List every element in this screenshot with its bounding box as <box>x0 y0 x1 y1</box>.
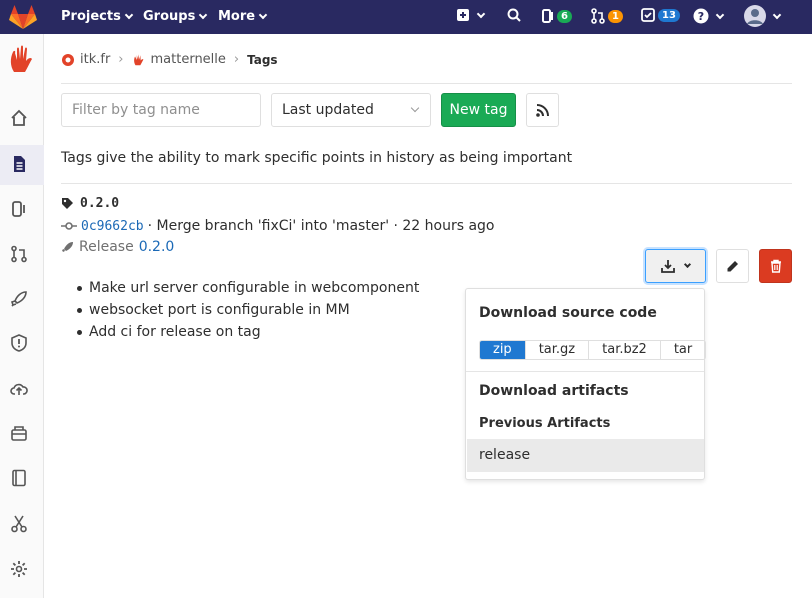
list-item: websocket port is configurable in MM <box>76 299 419 321</box>
download-artifacts-title: Download artifacts <box>479 383 629 399</box>
filter-tags-input[interactable] <box>61 93 261 127</box>
top-navbar: Projects Groups More 6 1 13 ? <box>0 0 812 34</box>
merge-requests-count-badge: 1 <box>608 9 623 23</box>
source-format-selector: zip tar.gz tar.bz2 tar <box>479 340 707 360</box>
download-source-title: Download source code <box>479 305 657 321</box>
commit-sha-link[interactable]: 0c9662cb <box>81 219 144 234</box>
new-dropdown-button[interactable] <box>456 8 486 22</box>
project-avatar-icon <box>133 53 143 65</box>
new-tag-button[interactable]: New tag <box>441 93 516 127</box>
svg-text:?: ? <box>698 10 704 23</box>
search-button[interactable] <box>507 8 521 22</box>
group-avatar-icon <box>62 53 74 66</box>
tags-description: Tags give the ability to mark specific p… <box>61 150 573 166</box>
format-tarbz2-button[interactable]: tar.bz2 <box>589 341 661 359</box>
download-dropdown-menu: Download source code zip tar.gz tar.bz2 … <box>465 288 707 480</box>
issues-icon <box>542 9 553 23</box>
rss-button[interactable] <box>526 93 559 127</box>
breadcrumb-group[interactable]: itk.fr <box>80 52 110 67</box>
release-notes: Make url server configurable in webcompo… <box>76 277 419 343</box>
list-item: Add ci for release on tag <box>76 321 419 343</box>
avatar <box>744 5 766 27</box>
nav-more-label: More <box>218 9 256 24</box>
nav-projects-label: Projects <box>61 9 121 24</box>
search-icon <box>507 8 521 22</box>
todos-count-badge: 13 <box>658 8 680 22</box>
project-sidebar <box>0 34 44 598</box>
commit-message: · Merge branch 'fixCi' into 'master' · 2… <box>147 218 495 234</box>
breadcrumb-project[interactable]: matternelle <box>151 52 226 67</box>
commit-icon <box>61 222 77 230</box>
chevron-down-icon <box>410 103 420 113</box>
breadcrumb-current: Tags <box>247 52 278 67</box>
chevron-down-icon <box>683 260 692 269</box>
sort-dropdown-value: Last updated <box>282 102 374 118</box>
help-icon: ? <box>693 8 709 24</box>
tag-icon <box>62 198 73 209</box>
todo-icon <box>641 8 655 22</box>
pencil-icon <box>727 260 738 271</box>
tag-name-label[interactable]: 0.2.0 <box>80 196 119 211</box>
cloud-icon[interactable] <box>10 379 28 397</box>
book-icon[interactable] <box>10 469 28 487</box>
todos-button[interactable]: 13 <box>641 8 680 22</box>
breadcrumb-separator: › <box>233 52 240 67</box>
repository-icon[interactable] <box>10 155 28 173</box>
sort-dropdown[interactable]: Last updated <box>271 93 431 127</box>
release-label: Release <box>79 239 134 255</box>
format-targz-button[interactable]: tar.gz <box>526 341 590 359</box>
merge-request-icon <box>591 8 605 24</box>
delete-tag-button[interactable] <box>759 249 792 283</box>
chevron-down-icon <box>715 10 725 19</box>
gitlab-logo-icon[interactable] <box>8 3 38 31</box>
breadcrumb: itk.fr › matternelle › Tags <box>61 52 278 67</box>
nav-projects[interactable]: Projects <box>61 9 134 24</box>
nav-groups-label: Groups <box>143 9 196 24</box>
rocket-icon[interactable] <box>10 290 28 308</box>
plus-icon <box>457 9 469 21</box>
release-link[interactable]: 0.2.0 <box>139 239 175 255</box>
breadcrumb-separator: › <box>118 52 124 67</box>
download-icon <box>661 260 675 273</box>
list-item: Make url server configurable in webcompo… <box>76 277 419 299</box>
issues-count-badge: 6 <box>557 9 572 23</box>
edit-release-button[interactable] <box>716 249 749 283</box>
previous-artifacts-title: Previous Artifacts <box>479 416 611 431</box>
shield-icon[interactable] <box>10 334 28 352</box>
chevron-down-icon <box>124 10 134 20</box>
chevron-down-icon <box>476 9 486 18</box>
help-button[interactable]: ? <box>693 8 725 24</box>
divider <box>466 371 704 372</box>
tag-release: Release 0.2.0 <box>61 239 174 255</box>
rss-icon <box>536 103 549 117</box>
nav-more[interactable]: More <box>218 9 268 24</box>
chevron-down-icon <box>772 10 782 19</box>
package-icon[interactable] <box>10 424 28 442</box>
user-menu-button[interactable] <box>744 5 782 27</box>
chevron-down-icon <box>258 10 268 20</box>
issues-icon[interactable] <box>10 200 28 218</box>
divider <box>61 183 792 184</box>
scissors-icon[interactable] <box>10 515 28 533</box>
format-tar-button[interactable]: tar <box>661 341 705 359</box>
home-icon[interactable] <box>10 109 28 127</box>
merge-request-icon[interactable] <box>10 245 28 263</box>
tag-name: 0.2.0 <box>61 196 119 211</box>
trash-icon <box>770 259 781 273</box>
chevron-down-icon <box>199 10 208 20</box>
merge-requests-button[interactable]: 1 <box>591 8 623 24</box>
rocket-icon <box>62 241 73 252</box>
project-logo-icon[interactable] <box>6 44 38 76</box>
download-dropdown-button[interactable] <box>645 249 706 283</box>
nav-groups[interactable]: Groups <box>143 9 208 24</box>
artifact-release-item[interactable]: release <box>467 439 704 472</box>
tag-commit: 0c9662cb · Merge branch 'fixCi' into 'ma… <box>61 218 495 234</box>
issues-button[interactable]: 6 <box>542 8 572 24</box>
format-zip-button[interactable]: zip <box>480 341 526 359</box>
settings-icon[interactable] <box>10 560 28 578</box>
divider <box>61 83 792 84</box>
